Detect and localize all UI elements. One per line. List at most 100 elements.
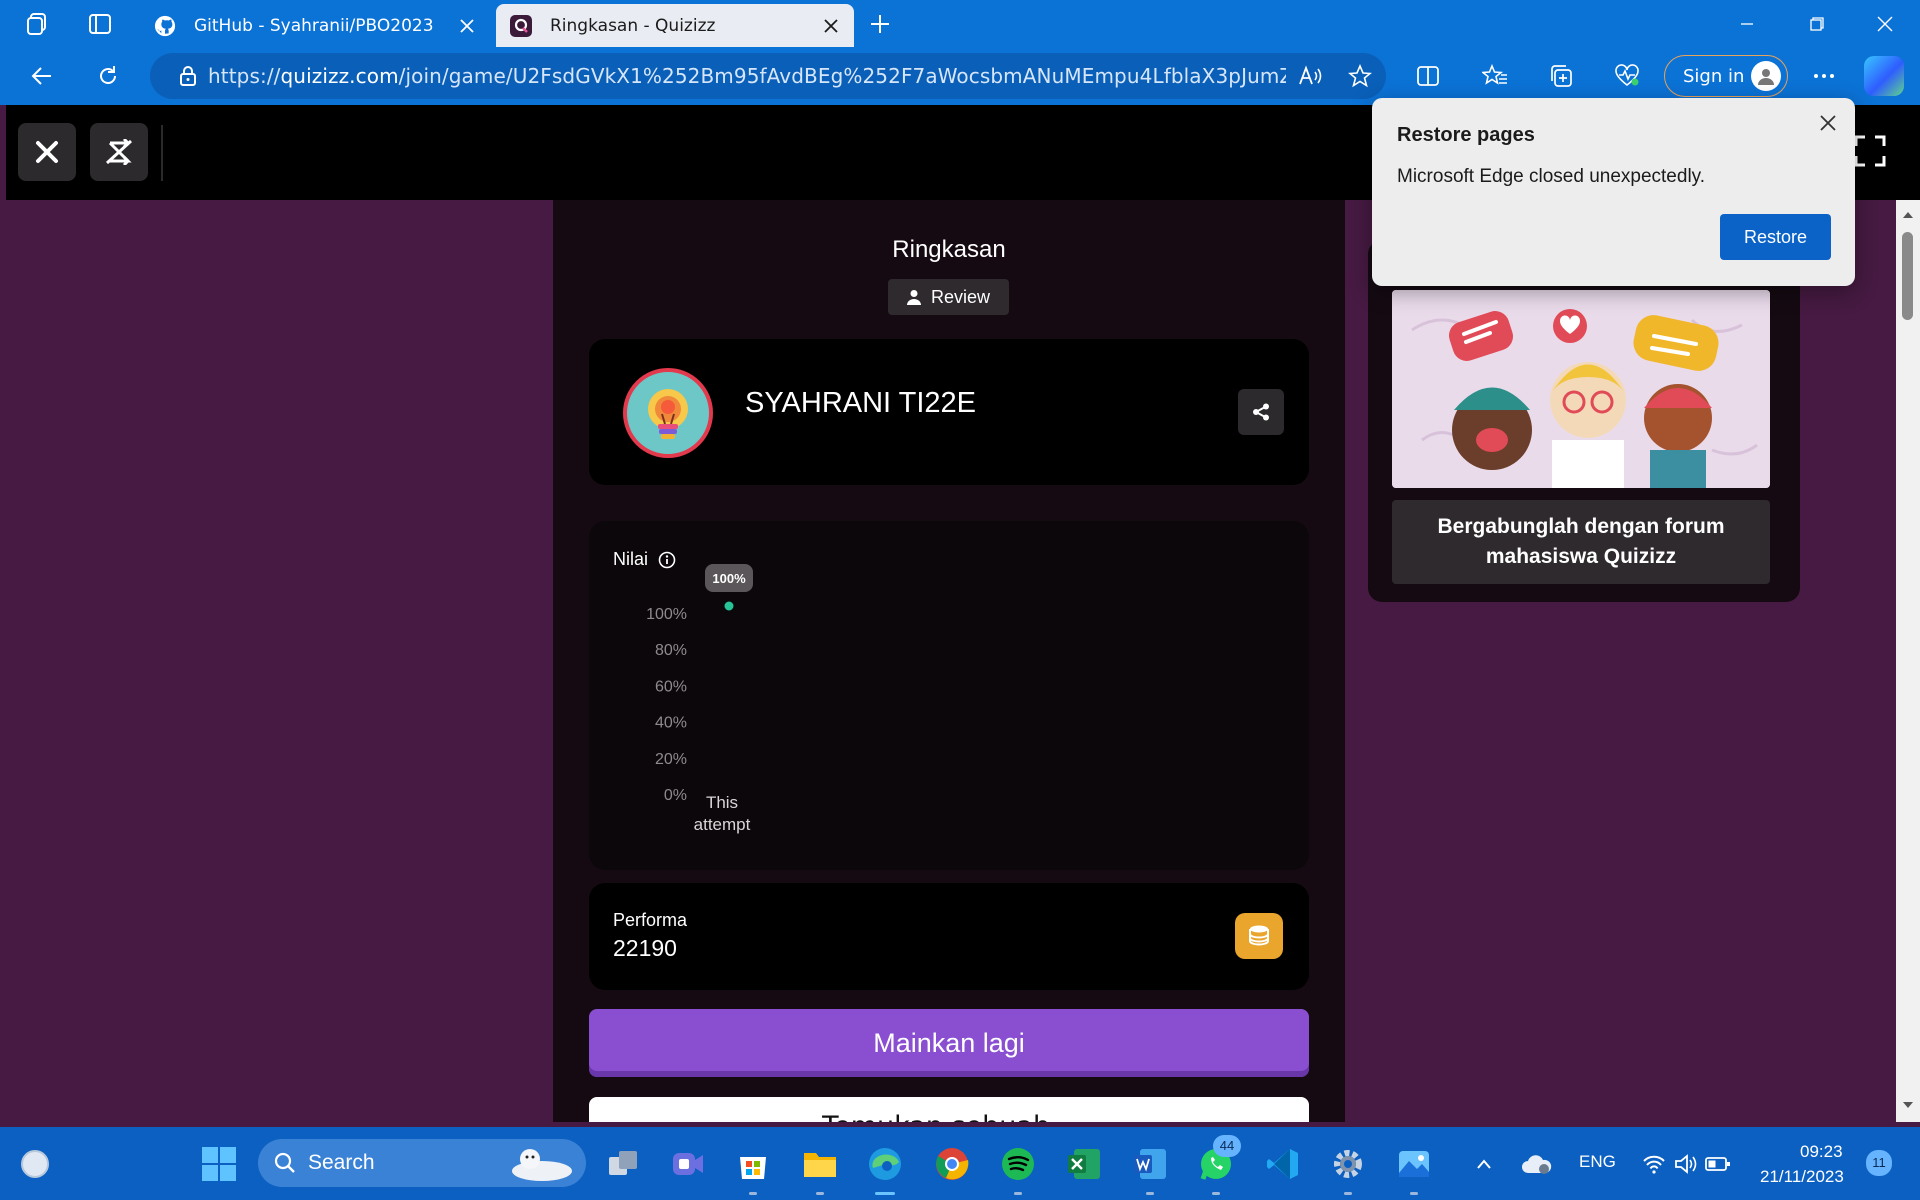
start-icon[interactable]: [196, 1141, 242, 1187]
tab-title: Ringkasan - Quizizz: [550, 15, 716, 36]
performance-card: Performa 22190: [589, 883, 1309, 990]
browser-toolbar: https://quizizz.com/join/game/U2FsdGVkX1…: [0, 47, 1920, 105]
player-card: SYAHRANI TI22E: [589, 339, 1309, 485]
refresh-button[interactable]: [88, 56, 128, 96]
chrome-icon[interactable]: [929, 1141, 975, 1187]
tab-github[interactable]: GitHub - Syahranii/PBO2023: [140, 4, 490, 47]
photos-icon[interactable]: [1391, 1141, 1437, 1195]
back-button[interactable]: [22, 56, 62, 96]
promo-card: Bergabunglah dengan forum mahasiswa Quizi…: [1368, 240, 1800, 602]
teams-meet-icon[interactable]: [665, 1141, 711, 1187]
x-tick-label: This: [706, 793, 738, 812]
close-quiz-button[interactable]: [18, 123, 76, 181]
favorites-icon[interactable]: [1475, 56, 1515, 96]
whatsapp-badge: 44: [1213, 1135, 1241, 1157]
search-label: Search: [308, 1151, 375, 1174]
close-popup-icon[interactable]: [1813, 108, 1843, 138]
github-icon: [154, 15, 176, 37]
scroll-down-icon[interactable]: [1901, 1098, 1915, 1112]
vscode-icon[interactable]: [1260, 1141, 1306, 1187]
edge-icon[interactable]: [862, 1141, 908, 1195]
player-name: SYAHRANI TI22E: [745, 387, 977, 419]
mute-music-button[interactable]: [90, 123, 148, 181]
coins-icon[interactable]: [1235, 913, 1283, 959]
search-icon: [274, 1152, 295, 1173]
score-card: Nilai 100% 80% 60% 40% 20% 0% This attempt 100%: [589, 521, 1309, 870]
join-forum-button[interactable]: Bergabunglah dengan forum mahasiswa Quizi…: [1392, 500, 1770, 584]
language-indicator[interactable]: ENG: [1579, 1152, 1616, 1172]
y-tick-label: 80%: [655, 642, 687, 659]
more-menu-icon[interactable]: [1804, 56, 1844, 96]
sign-in-button[interactable]: Sign in: [1664, 55, 1788, 97]
data-label: 100%: [712, 571, 746, 586]
workspaces-icon[interactable]: [20, 6, 56, 42]
address-bar[interactable]: https://quizizz.com/join/game/U2FsdGVkX1…: [150, 53, 1386, 99]
onedrive-icon[interactable]: [1516, 1141, 1556, 1187]
page-scrollbar[interactable]: [1896, 200, 1920, 1122]
lightbulb-avatar-icon: [648, 389, 688, 439]
whatsapp-icon[interactable]: 44: [1193, 1135, 1241, 1195]
player-avatar: [623, 368, 713, 458]
notification-badge[interactable]: 11: [1866, 1150, 1892, 1176]
close-window-button[interactable]: [1852, 0, 1918, 47]
restore-pages-popup: Restore pages Microsoft Edge closed unex…: [1372, 98, 1855, 286]
word-icon[interactable]: [1127, 1141, 1173, 1195]
performance-value: 22190: [613, 935, 677, 961]
y-tick-label: 40%: [655, 715, 687, 732]
close-tab-icon[interactable]: [450, 9, 484, 43]
url-text[interactable]: https://quizizz.com/join/game/U2FsdGVkX1…: [208, 64, 1286, 88]
battery-icon[interactable]: [1700, 1141, 1736, 1187]
taskbar-search[interactable]: Search: [258, 1139, 586, 1187]
scrollbar-thumb[interactable]: [1902, 232, 1913, 320]
wifi-icon[interactable]: [1636, 1141, 1672, 1187]
review-button[interactable]: Review: [888, 279, 1009, 315]
lock-icon[interactable]: [168, 65, 208, 87]
clock-time[interactable]: 09:23: [1800, 1142, 1843, 1162]
weather-icon[interactable]: [12, 1141, 58, 1187]
spotify-icon[interactable]: [995, 1141, 1041, 1195]
sign-in-label: Sign in: [1683, 65, 1745, 87]
tab-quizizz[interactable]: Ringkasan - Quizizz: [496, 4, 854, 47]
microsoft-store-icon[interactable]: [730, 1141, 776, 1195]
data-point: [724, 601, 734, 611]
scroll-up-icon[interactable]: [1901, 208, 1915, 222]
settings-gear-icon[interactable]: [1325, 1141, 1371, 1195]
minimize-button[interactable]: [1714, 0, 1780, 47]
find-quiz-button[interactable]: Temukan sebuah...: [589, 1097, 1309, 1122]
excel-icon[interactable]: [1061, 1141, 1107, 1187]
read-aloud-icon[interactable]: [1286, 65, 1334, 87]
show-hidden-icons-icon[interactable]: [1468, 1141, 1500, 1187]
play-again-button[interactable]: Mainkan lagi: [589, 1009, 1309, 1077]
profile-avatar-icon: [1751, 61, 1781, 91]
tab-actions-icon[interactable]: [82, 6, 118, 42]
quizizz-icon: [510, 14, 532, 37]
review-label: Review: [930, 286, 991, 307]
browser-essentials-icon[interactable]: [1607, 56, 1647, 96]
favorite-star-icon[interactable]: [1334, 64, 1386, 88]
popup-message: Microsoft Edge closed unexpectedly.: [1397, 166, 1706, 187]
seal-icon: [512, 1149, 572, 1181]
copilot-icon[interactable]: [1864, 56, 1904, 96]
browser-title-bar: GitHub - Syahranii/PBO2023 Ringkasan - Q…: [0, 0, 1920, 47]
restore-window-button[interactable]: [1784, 0, 1850, 47]
collections-icon[interactable]: [1541, 56, 1581, 96]
fullscreen-icon[interactable]: [1854, 135, 1890, 171]
split-screen-icon[interactable]: [1408, 56, 1448, 96]
y-tick-label: 0%: [664, 787, 687, 804]
share-button[interactable]: [1238, 389, 1284, 435]
file-explorer-icon[interactable]: [797, 1141, 843, 1195]
volume-icon[interactable]: [1668, 1141, 1704, 1187]
community-illustration: [1392, 290, 1770, 488]
tab-title: GitHub - Syahranii/PBO2023: [194, 15, 434, 36]
page-title: Ringkasan: [892, 236, 1006, 263]
restore-button[interactable]: Restore: [1720, 214, 1831, 260]
clock-date[interactable]: 21/11/2023: [1760, 1167, 1844, 1187]
x-tick-label: attempt: [694, 815, 751, 834]
header-divider: [161, 125, 163, 181]
user-icon: [906, 289, 921, 305]
close-tab-icon[interactable]: [814, 9, 848, 43]
new-tab-button[interactable]: [862, 6, 898, 42]
task-view-icon[interactable]: [600, 1141, 646, 1187]
score-chart: 100% 80% 60% 40% 20% 0% This attempt 100%: [646, 564, 753, 834]
windows-taskbar: Search 44 ENG 09:23 21/11/2023 11: [0, 1127, 1920, 1200]
